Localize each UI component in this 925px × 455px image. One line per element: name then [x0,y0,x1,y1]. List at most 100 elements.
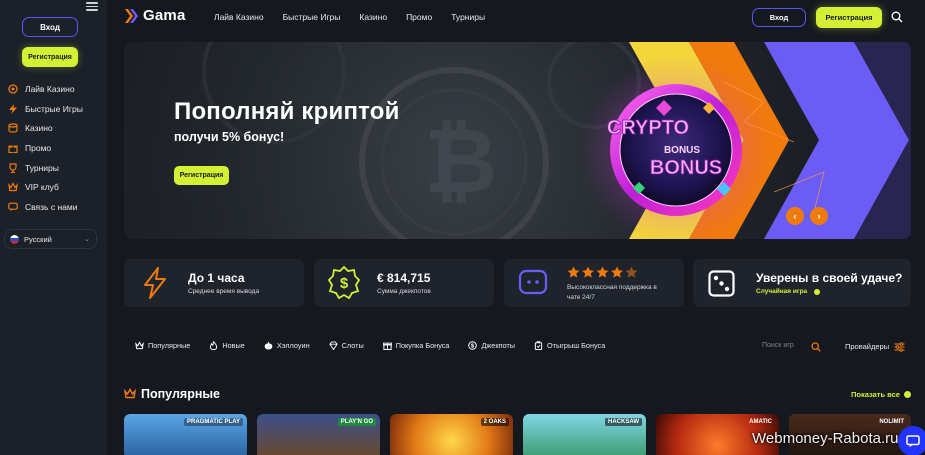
arrow-right-icon [904,391,911,398]
game-provider-badge: HACKSAW [605,418,642,426]
chat-bubble-icon [906,434,920,447]
header-register-button[interactable]: Регистрация [816,7,882,28]
category-filters: Популярные Новые Хэллоуин Слоты Покупка … [135,341,624,350]
language-label: Русский [24,234,52,244]
filter-label: Отыгрыш Бонуса [547,341,606,350]
sidebar-item-fast-games[interactable]: Быстрые Игры [7,99,83,119]
topnav-tournaments[interactable]: Турниры [451,12,485,22]
hero-art-bonus-big: BONUS [650,157,722,179]
card-subtitle: Сумма джекпотов [377,288,431,295]
filter-label: Слоты [341,341,364,350]
filter-jackpots[interactable]: $ Джекпоты [468,341,515,350]
game-provider-badge: NOLIMIT [879,419,904,425]
card-title: До 1 часа [188,271,245,285]
sidebar-item-tournaments[interactable]: Турниры [7,158,83,178]
jackpot-coin-icon: $ [468,341,478,350]
chat-icon [7,201,18,212]
hero-art-bonus-small: BONUS [664,145,700,156]
filter-halloween[interactable]: Хэллоуин [264,341,310,350]
filter-label: Новые [222,341,245,350]
filter-label: Популярные [148,341,191,350]
sidebar-item-vip[interactable]: VIP клуб [7,177,83,197]
sidebar-login-button[interactable]: Вход [22,17,78,37]
crown-icon [135,341,144,350]
vip-crown-icon [7,182,18,193]
carousel-next-button[interactable]: › [810,207,828,225]
trophy-icon [7,162,18,173]
random-game-link[interactable]: Случайная игра [756,288,807,295]
topnav-fast-games[interactable]: Быстрые Игры [283,12,341,22]
logo-mark-icon [125,8,138,23]
filter-label: Хэллоуин [276,341,310,350]
sidebar-item-label: Быстрые Игры [25,103,83,114]
jackpot-amount: € 814,715 [377,271,431,285]
filter-wager-bonus[interactable]: Отыгрыш Бонуса [534,341,605,350]
bonus-buy-icon [382,342,392,350]
sidebar-nav: Лайв Казино Быстрые Игры Казино Промо Ту… [7,79,83,217]
card-title: Уверены в своей удаче? [756,271,903,285]
section-title-popular: Популярные [141,387,221,401]
live-casino-icon [7,83,18,94]
game-provider-badge: PLAY'N GO [337,418,376,426]
sidebar-register-button[interactable]: Регистрация [22,47,78,67]
gift-icon [7,142,18,153]
header-login-button[interactable]: Вход [752,8,806,27]
filter-sliders-icon[interactable] [894,342,905,352]
chevron-down-icon: ⌄ [84,236,90,243]
live-chat-button[interactable] [898,426,925,455]
logo[interactable]: Gama [124,7,186,24]
filter-label: Джекпоты [481,341,515,350]
hamburger-menu-icon[interactable] [86,0,98,12]
topnav-promo[interactable]: Промо [406,12,432,22]
hero-register-button[interactable]: Регистрация [174,166,229,185]
flame-icon [210,341,218,350]
svg-text:₿: ₿ [424,112,497,212]
topnav-live-casino[interactable]: Лайв Казино [214,12,264,22]
filter-slots[interactable]: Слоты [328,341,364,350]
arrow-right-icon [814,289,820,295]
game-tile[interactable]: HACKSAW [523,414,646,455]
top-nav: Лайв Казино Быстрые Игры Казино Промо Ту… [214,12,504,22]
sidebar-item-label: Промо [25,142,52,153]
filter-new[interactable]: Новые [209,341,245,350]
hero-banner[interactable]: ₿ CRYPTO BONUS BONUS Пополняй криптой по… [124,42,911,239]
search-icon[interactable] [891,11,903,23]
dollar-badge-icon: $ [328,266,360,300]
card-subtitle-line1: Высококлассная поддержка в [567,284,657,291]
game-tile[interactable]: PLAY'N GO [257,414,380,455]
svg-text:$: $ [340,275,349,292]
game-search-input[interactable]: Поиск игр [762,342,794,349]
support-chat-icon [518,269,548,295]
game-provider-badge: 2 OAKS [480,418,509,426]
game-tile[interactable]: PRAGMATIC PLAY [124,414,247,455]
crown-icon [124,388,136,399]
show-all-link[interactable]: Показать все [851,390,900,399]
game-tile[interactable]: 2 OAKS [390,414,513,455]
topnav-casino[interactable]: Казино [359,12,387,22]
sidebar-item-live-casino[interactable]: Лайв Казино [7,79,83,99]
game-provider-badge: AMATIC [749,419,772,425]
card-random-game[interactable]: Уверены в своей удаче? Случайная игра [693,259,911,307]
search-icon[interactable] [811,342,821,352]
hero-art-crypto: CRYPTO [607,117,689,139]
lightning-icon [144,267,166,299]
language-select[interactable]: Русский ⌄ [4,229,97,249]
card-subtitle: Среднее время вывода [188,288,260,295]
diamond-icon [328,341,338,350]
top-header: Gama Лайв Казино Быстрые Игры Казино Про… [107,0,925,34]
hero-subtitle: получи 5% бонус! [174,130,285,144]
sidebar-item-label: Турниры [25,162,59,173]
logo-text: Gama [143,7,186,24]
filter-popular[interactable]: Популярные [135,341,190,350]
sidebar-item-promo[interactable]: Промо [7,138,83,158]
providers-button[interactable]: Провайдеры [845,342,889,351]
lightning-icon [7,103,18,114]
sidebar-item-contact[interactable]: Связь с нами [7,197,83,217]
game-provider-badge: PRAGMATIC PLAY [183,418,243,426]
sidebar-item-casino[interactable]: Казино [7,118,83,138]
card-withdrawal-time: До 1 часа Среднее время вывода [124,259,304,307]
filter-bonus-buy[interactable]: Покупка Бонуса [382,341,449,350]
carousel-prev-button[interactable]: ‹ [786,207,804,225]
sidebar-item-label: Казино [25,123,53,134]
sidebar-item-label: Лайв Казино [25,83,75,94]
